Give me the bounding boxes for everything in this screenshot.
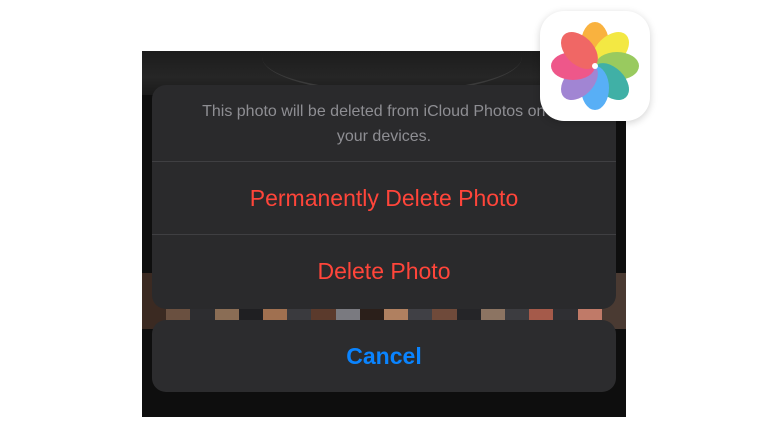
- permanently-delete-photo-button[interactable]: Permanently Delete Photo: [152, 162, 616, 234]
- delete-photo-button[interactable]: Delete Photo: [152, 235, 616, 307]
- photos-flower-icon: [551, 22, 639, 110]
- cancel-button[interactable]: Cancel: [152, 320, 616, 392]
- photos-app-icon: [540, 11, 650, 121]
